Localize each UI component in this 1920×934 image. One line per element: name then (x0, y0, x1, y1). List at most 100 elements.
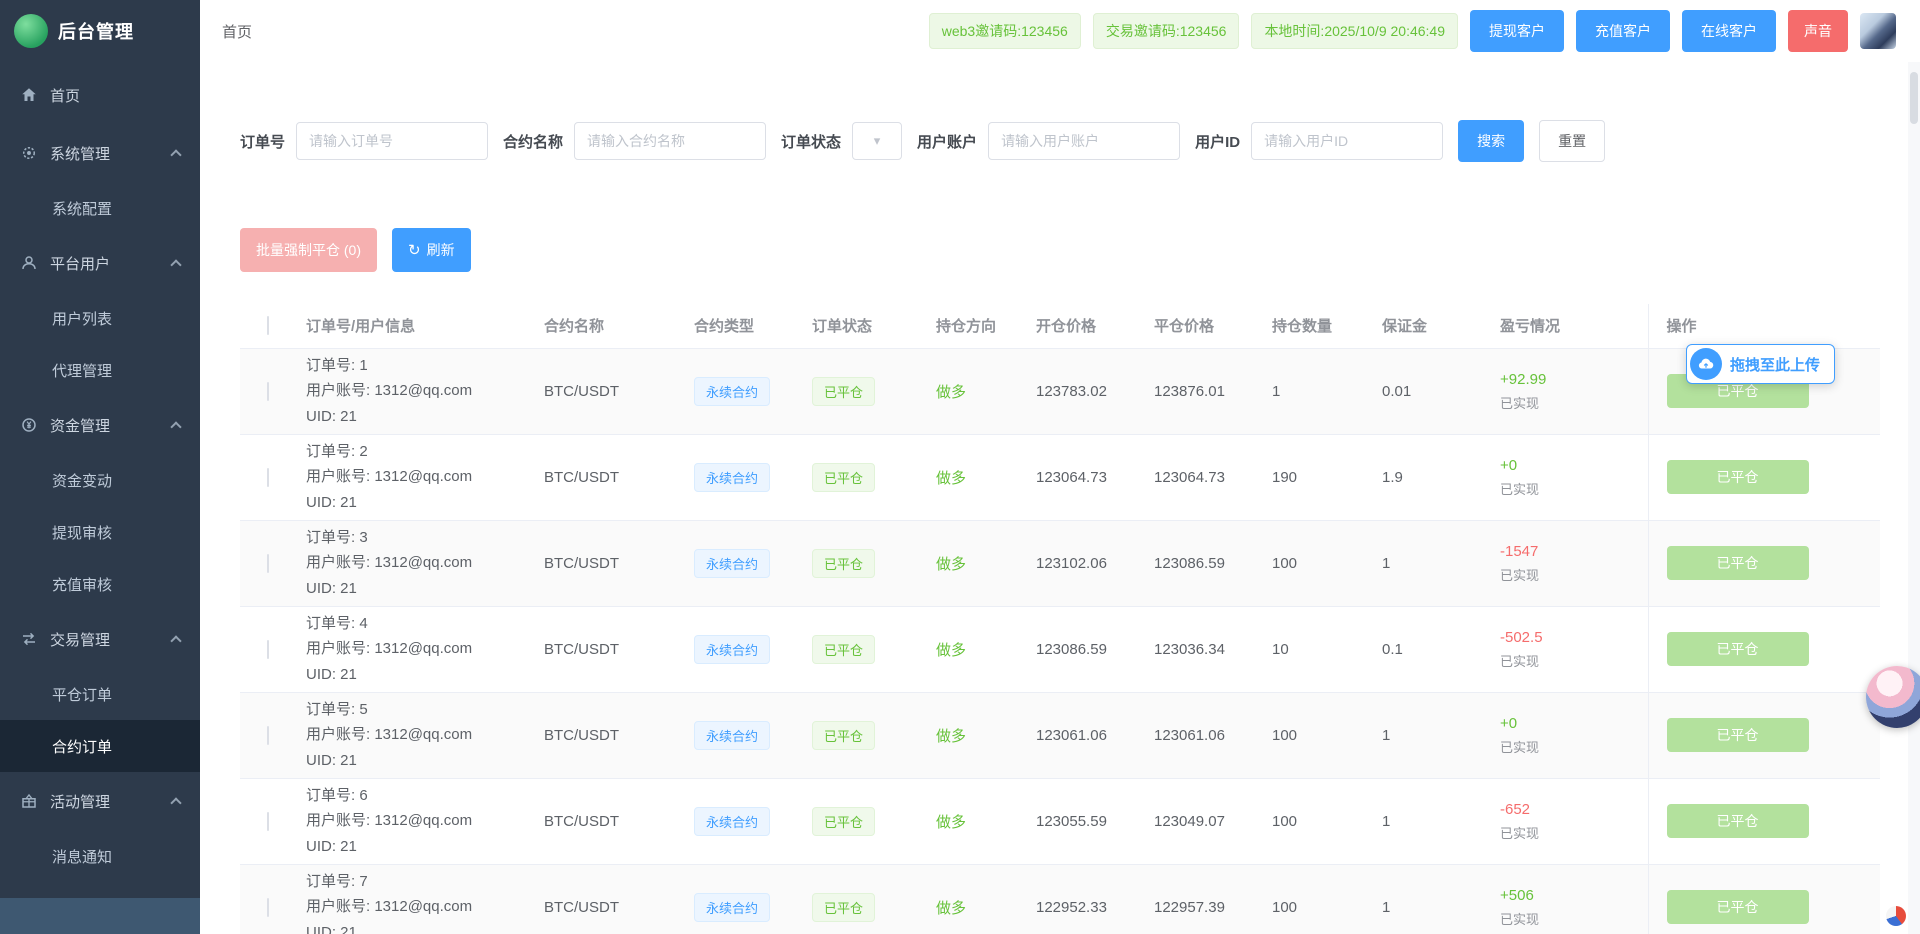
pnl-value: +92.99 (1500, 371, 1638, 388)
drag-upload-label: 拖拽至此上传 (1730, 354, 1820, 375)
user-avatar[interactable] (1860, 13, 1896, 49)
cell-open-price: 123064.73 (1026, 434, 1144, 520)
sidebar-item-agent-management[interactable]: 代理管理 (0, 344, 200, 396)
cell-order-status: 已平仓 (802, 864, 926, 934)
closed-action-button[interactable]: 已平仓 (1667, 718, 1809, 752)
sidebar-item-message-notice[interactable]: 消息通知 (0, 830, 200, 882)
sidebar-group-platform-users[interactable]: 平台用户 (0, 234, 200, 292)
cell-quantity: 1 (1262, 348, 1372, 434)
sidebar-item-system-config[interactable]: 系统配置 (0, 182, 200, 234)
pnl-value: +0 (1500, 457, 1638, 474)
closed-action-button[interactable]: 已平仓 (1667, 804, 1809, 838)
pnl-realized-note: 已实现 (1500, 565, 1638, 584)
cell-margin: 1 (1372, 864, 1490, 934)
pnl-realized-note: 已实现 (1500, 393, 1638, 412)
floating-avatar[interactable] (1866, 666, 1920, 728)
row-checkbox[interactable] (267, 468, 269, 487)
closed-action-button[interactable]: 已平仓 (1667, 890, 1809, 924)
user-id-input[interactable] (1251, 122, 1443, 160)
uid-text: UID: 21 (306, 576, 524, 602)
withdraw-customers-button[interactable]: 提现客户 (1470, 10, 1564, 52)
sidebar-item-closed-orders[interactable]: 平仓订单 (0, 668, 200, 720)
drag-upload-dropzone[interactable]: 拖拽至此上传 (1686, 344, 1835, 384)
sidebar-item-label: 首页 (50, 85, 80, 106)
sidebar: 后台管理 首页 系统管理 系统配置 平台用户 用户列表 代理管理 资金管理 (0, 0, 200, 934)
cell-open-price: 123061.06 (1026, 692, 1144, 778)
table-row: 订单号: 5 用户账号: 1312@qq.com UID: 21 BTC/USD… (240, 692, 1880, 778)
reset-button[interactable]: 重置 (1539, 120, 1605, 162)
user-account-text: 用户账号: 1312@qq.com (306, 894, 524, 920)
cell-pnl: -652 已实现 (1490, 778, 1648, 864)
uid-text: UID: 21 (306, 490, 524, 516)
cell-order-status: 已平仓 (802, 348, 926, 434)
row-checkbox[interactable] (267, 812, 269, 831)
cell-quantity: 190 (1262, 434, 1372, 520)
sidebar-item-label: 消息通知 (52, 846, 112, 867)
row-checkbox[interactable] (267, 898, 269, 917)
contract-name-label: 合约名称 (503, 131, 563, 152)
sidebar-item-user-list[interactable]: 用户列表 (0, 292, 200, 344)
online-customers-button[interactable]: 在线客户 (1682, 10, 1776, 52)
cell-order-info: 订单号: 1 用户账号: 1312@qq.com UID: 21 (296, 348, 534, 434)
cell-contract-name: BTC/USDT (534, 434, 684, 520)
cell-direction: 做多 (926, 520, 1026, 606)
row-checkbox[interactable] (267, 726, 269, 745)
row-checkbox[interactable] (267, 640, 269, 659)
cell-margin: 1 (1372, 692, 1490, 778)
cell-order-status: 已平仓 (802, 778, 926, 864)
uid-text: UID: 21 (306, 748, 524, 774)
scrollbar-thumb[interactable] (1910, 72, 1918, 124)
cell-close-price: 123049.07 (1144, 778, 1262, 864)
sidebar-group-funds[interactable]: 资金管理 (0, 396, 200, 454)
main-area: 首页 web3邀请码:123456 交易邀请码:123456 本地时间:2025… (200, 0, 1920, 934)
trade-invite-code-badge: 交易邀请码:123456 (1093, 13, 1240, 49)
search-button[interactable]: 搜索 (1458, 120, 1524, 162)
filter-bar: 订单号 合约名称 订单状态 ▾ 用户账户 用户ID 搜索 (240, 120, 1880, 162)
select-all-checkbox[interactable] (267, 316, 269, 335)
sidebar-group-label: 交易管理 (50, 629, 110, 650)
sidebar-item-recharge-review[interactable]: 充值审核 (0, 558, 200, 610)
order-no-input[interactable] (296, 122, 488, 160)
sidebar-item-label: 提现审核 (52, 522, 112, 543)
pnl-value: -1547 (1500, 543, 1638, 560)
sidebar-group-activity[interactable]: 活动管理 (0, 772, 200, 830)
cell-direction: 做多 (926, 692, 1026, 778)
sidebar-item-home[interactable]: 首页 (0, 66, 200, 124)
batch-force-close-button[interactable]: 批量强制平仓 (0) (240, 228, 377, 272)
sidebar-item-fund-changes[interactable]: 资金变动 (0, 454, 200, 506)
user-icon (20, 254, 38, 272)
breadcrumb[interactable]: 首页 (222, 21, 252, 42)
row-checkbox[interactable] (267, 382, 269, 401)
cell-close-price: 122957.39 (1144, 864, 1262, 934)
sidebar-collapse-button[interactable] (0, 898, 200, 934)
sidebar-group-system[interactable]: 系统管理 (0, 124, 200, 182)
sidebar-item-contract-orders[interactable]: 合约订单 (0, 720, 200, 772)
cell-direction: 做多 (926, 434, 1026, 520)
cell-open-price: 123086.59 (1026, 606, 1144, 692)
cell-pnl: -502.5 已实现 (1490, 606, 1648, 692)
cell-close-price: 123086.59 (1144, 520, 1262, 606)
row-checkbox[interactable] (267, 554, 269, 573)
direction-text: 做多 (936, 556, 966, 573)
closed-action-button[interactable]: 已平仓 (1667, 460, 1809, 494)
order-status-badge: 已平仓 (812, 463, 875, 492)
contract-type-badge: 永续合约 (694, 463, 770, 492)
cell-close-price: 123061.06 (1144, 692, 1262, 778)
refresh-button[interactable]: ↻ 刷新 (392, 228, 471, 272)
user-account-input[interactable] (988, 122, 1180, 160)
order-status-label: 订单状态 (781, 131, 841, 152)
sidebar-group-trading[interactable]: 交易管理 (0, 610, 200, 668)
sound-button[interactable]: 声音 (1788, 10, 1848, 52)
pnl-value: -502.5 (1500, 629, 1638, 646)
recharge-customers-button[interactable]: 充值客户 (1576, 10, 1670, 52)
contract-name-input[interactable] (574, 122, 766, 160)
closed-action-button[interactable]: 已平仓 (1667, 632, 1809, 666)
cell-contract-type: 永续合约 (684, 692, 802, 778)
sidebar-item-withdraw-review[interactable]: 提现审核 (0, 506, 200, 558)
floating-widget-icon[interactable] (1886, 906, 1906, 926)
order-status-select[interactable]: ▾ (852, 122, 902, 160)
cell-contract-type: 永续合约 (684, 606, 802, 692)
closed-action-button[interactable]: 已平仓 (1667, 546, 1809, 580)
order-status-badge: 已平仓 (812, 721, 875, 750)
column-header-contract-name: 合约名称 (534, 304, 684, 348)
